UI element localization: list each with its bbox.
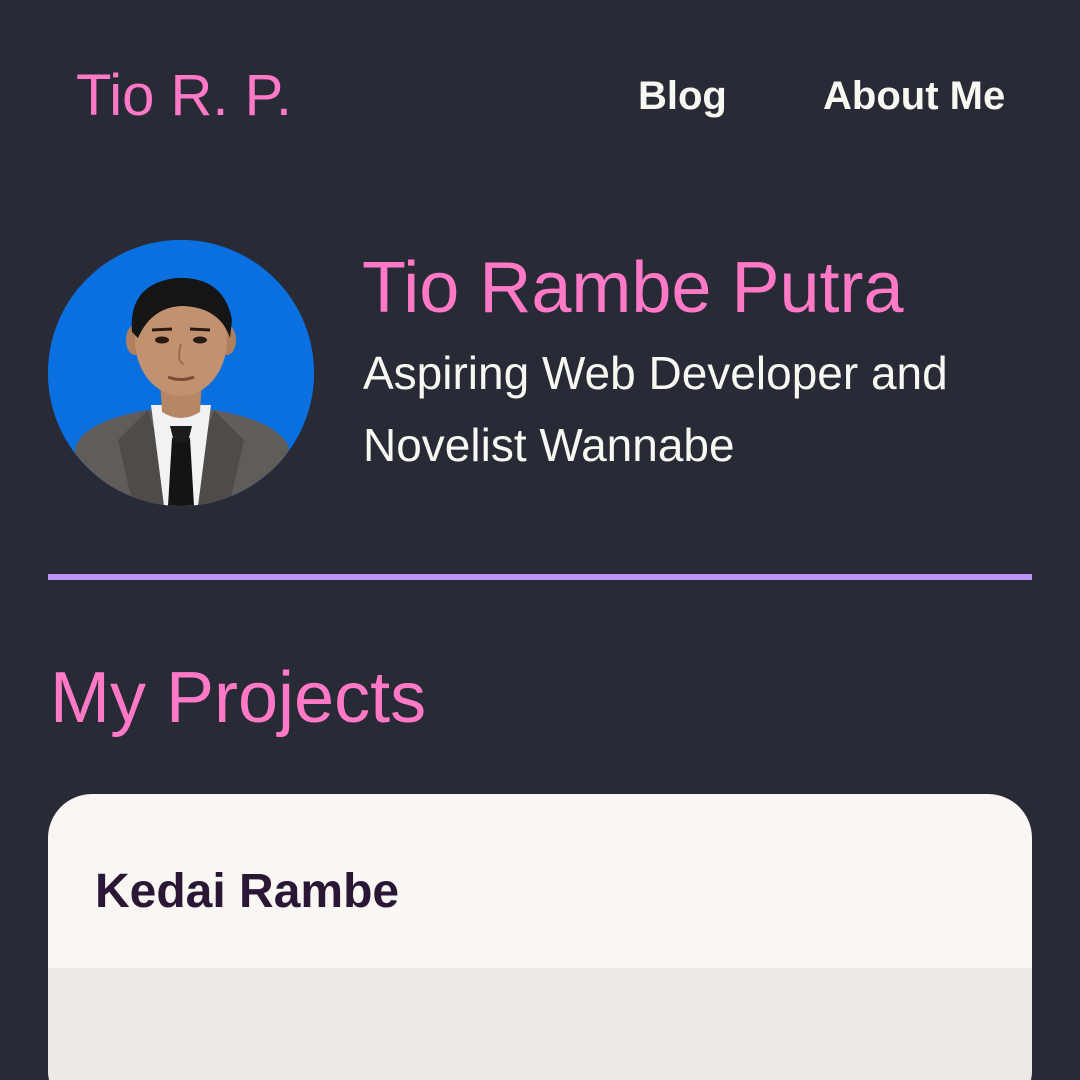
- project-card-body: [48, 968, 1032, 1080]
- nav-about-link[interactable]: About Me: [823, 70, 1005, 122]
- profile-tagline: Aspiring Web Developer and Novelist Wann…: [363, 347, 948, 471]
- avatar: [48, 240, 314, 506]
- nav-blog-link[interactable]: Blog: [638, 70, 727, 122]
- project-title[interactable]: Kedai Rambe: [95, 860, 399, 924]
- site-header: Tio R. P. Blog About Me: [0, 0, 1080, 190]
- profile-name: Tio Rambe Putra: [362, 248, 904, 328]
- brand-link[interactable]: Tio R. P.: [76, 60, 292, 132]
- avatar-portrait: [48, 240, 314, 506]
- project-card[interactable]: Kedai Rambe: [48, 794, 1032, 1080]
- projects-heading: My Projects: [50, 658, 427, 738]
- section-divider: [48, 574, 1032, 580]
- page: Tio R. P. Blog About Me Tio Rambe Putra …: [0, 0, 1080, 1080]
